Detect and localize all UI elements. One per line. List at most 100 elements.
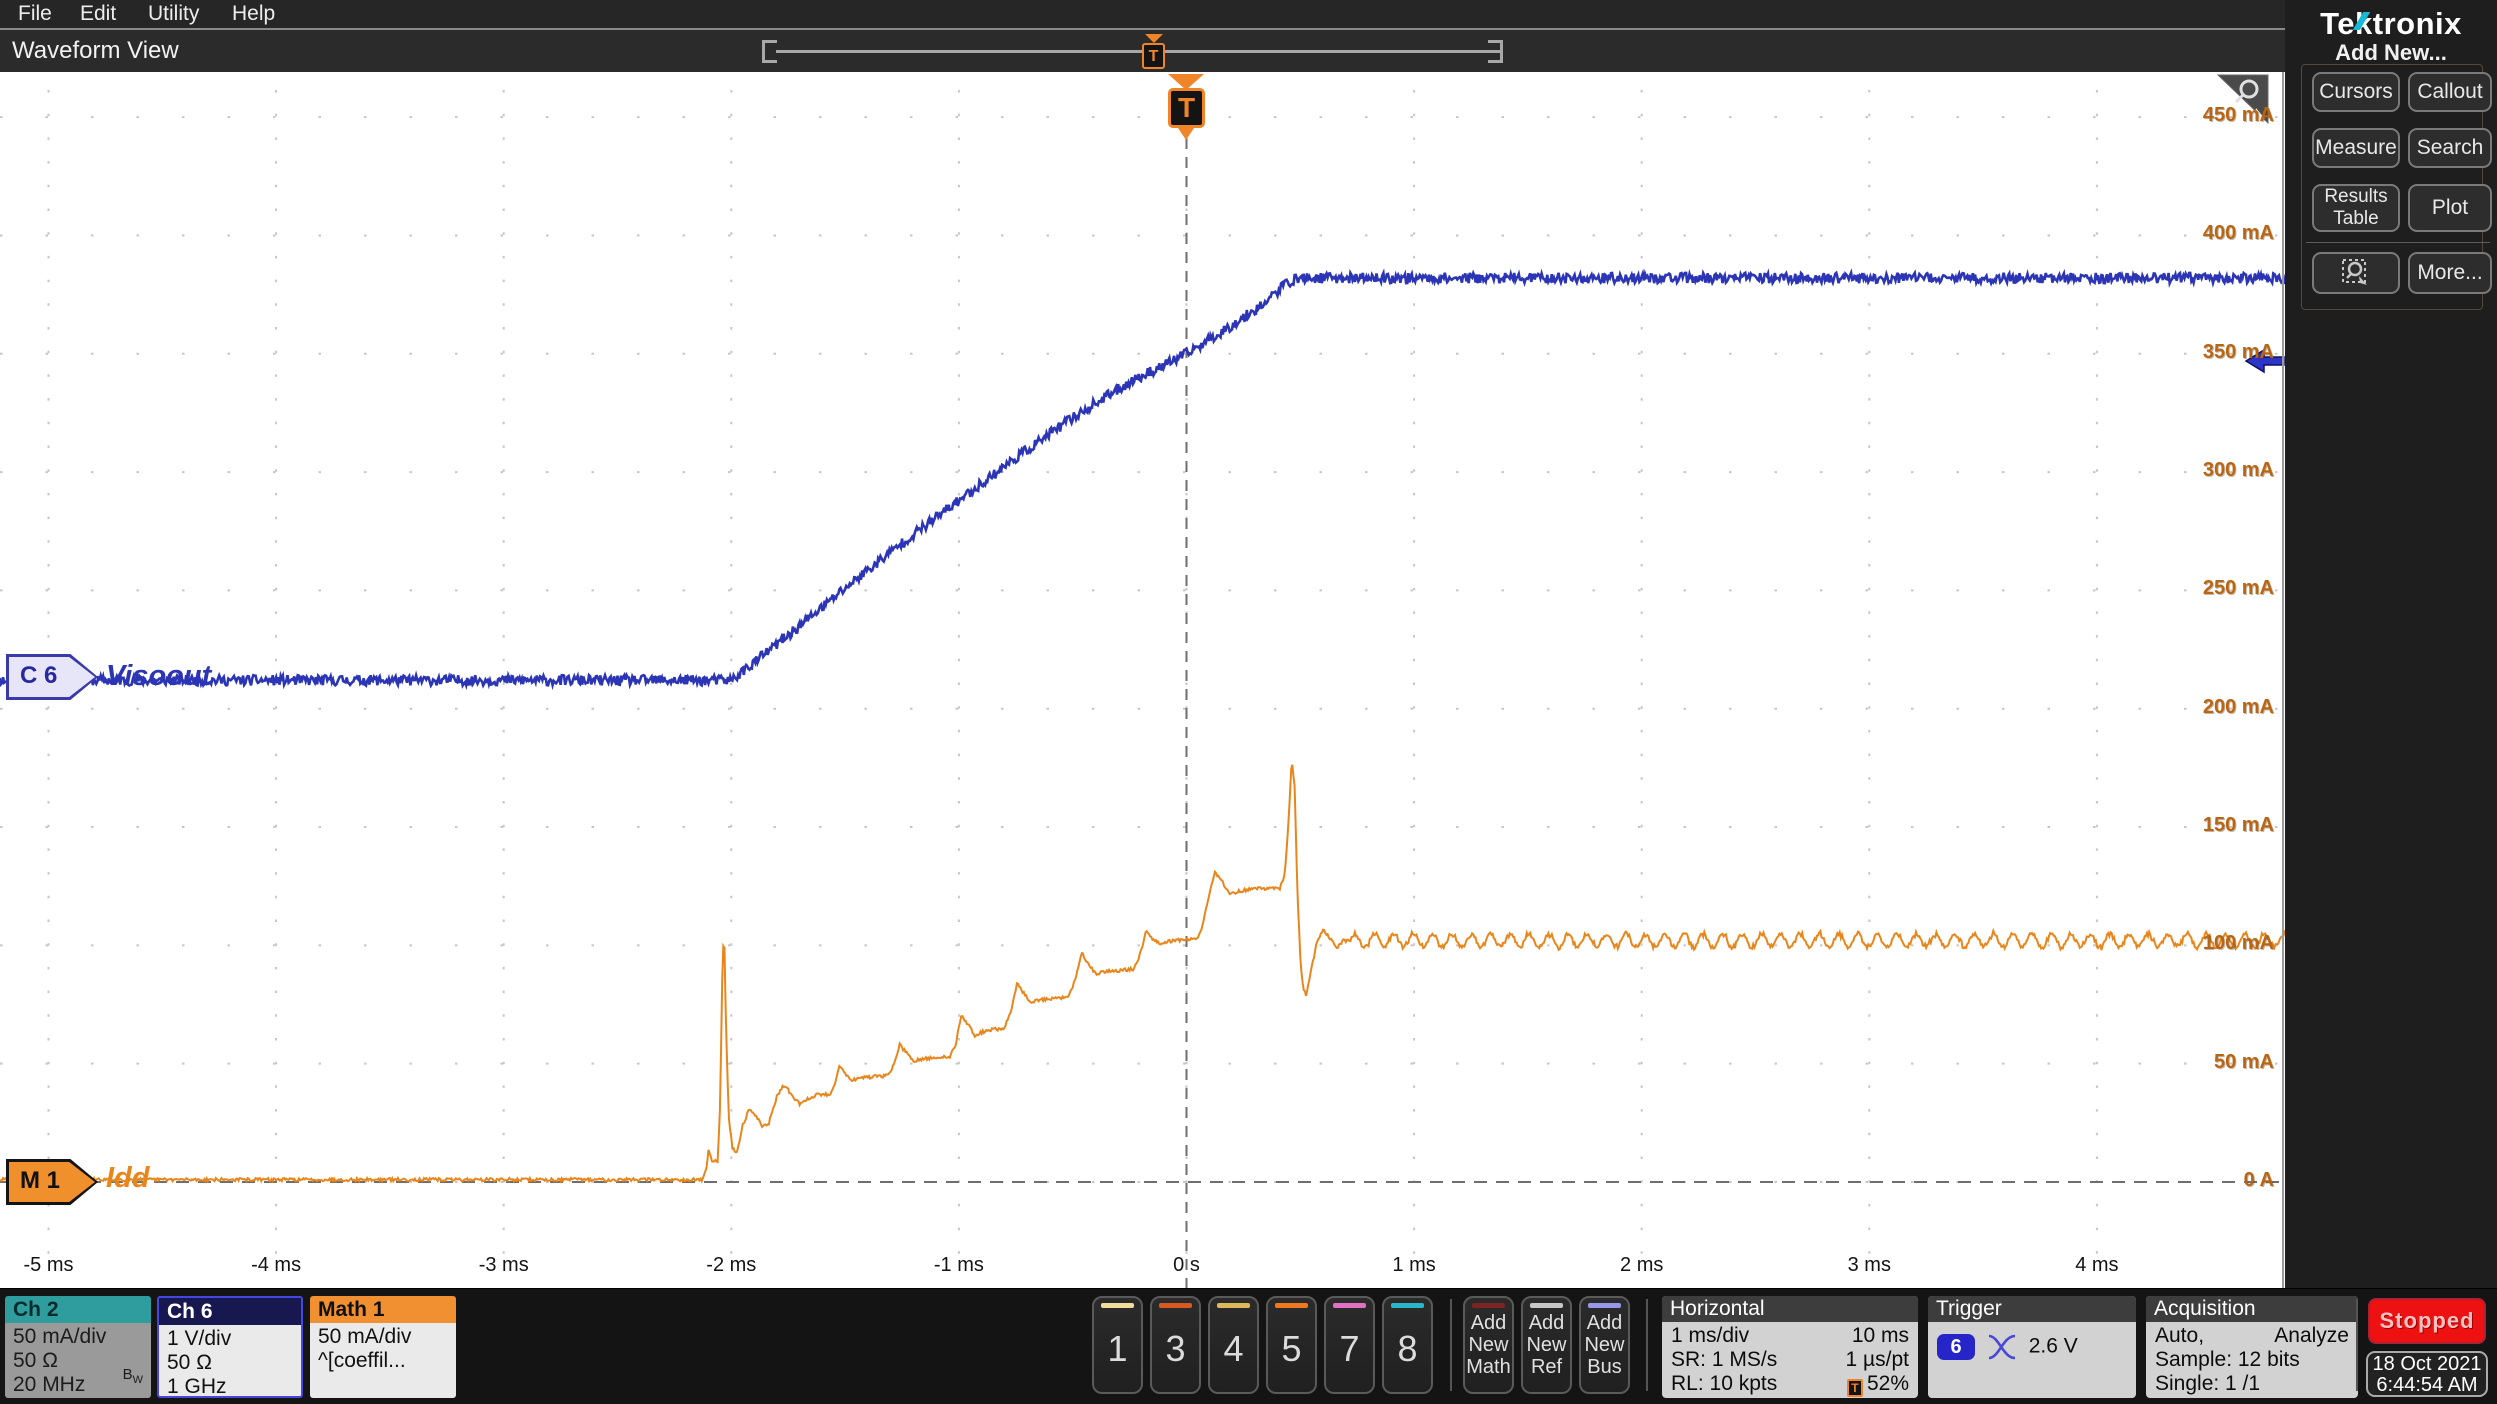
acquisition-mode: Auto,	[2155, 1324, 2205, 1347]
trace-idd[interactable]	[0, 764, 2285, 1184]
y-axis-label: 50 mA	[2213, 1050, 2274, 1073]
channel-button-1[interactable]: 1	[1092, 1296, 1143, 1394]
ch6-badge[interactable]: Ch 6 1 V/div 50 Ω 1 GHz	[157, 1296, 303, 1398]
y-axis-label: 450 mA	[2202, 104, 2274, 127]
y-axis-label: 350 mA	[2202, 340, 2274, 363]
ch6-title: Ch 6	[159, 1298, 301, 1325]
horizontal-samplerate: SR: 1 MS/s	[1671, 1348, 1778, 1371]
math1-title: Math 1	[310, 1296, 456, 1323]
trace-visoout[interactable]	[0, 268, 2285, 691]
horizontal-scale: 1 ms/div	[1671, 1324, 1750, 1347]
zoom-mode-button[interactable]	[2312, 252, 2400, 294]
horizontal-window: 10 ms	[1851, 1324, 1909, 1347]
add-new-bus-button[interactable]: Add New Bus	[1579, 1296, 1630, 1394]
trigger-position-marker[interactable]: T	[1168, 74, 1205, 140]
channel-button-8[interactable]: 8	[1382, 1296, 1433, 1394]
add-new-header: Add New...	[2335, 40, 2447, 65]
plot-sidebar-divider	[2282, 72, 2284, 1288]
horizontal-recordlength: RL: 10 kpts	[1671, 1372, 1778, 1395]
minimap-trigger-marker[interactable]: T	[1142, 34, 1166, 69]
acquisition-sample: Sample: 12 bits	[2155, 1348, 2300, 1371]
edge-trigger-icon	[1988, 1334, 2016, 1360]
tektronix-logo: Tektronix	[2320, 6, 2462, 41]
measure-button[interactable]: Measure	[2312, 128, 2400, 168]
x-axis-label: 2 ms	[1620, 1254, 1664, 1276]
ch6-bandwidth: 1 GHz	[167, 1375, 227, 1398]
x-axis-label: -4 ms	[251, 1254, 302, 1276]
y-axis-label: 250 mA	[2202, 577, 2274, 600]
y-axis-label: 150 mA	[2202, 814, 2274, 837]
bar-divider	[1450, 1299, 1452, 1391]
channel-handle-m1[interactable]: M 1	[6, 1159, 98, 1205]
ch2-bw-limit-badge: BW	[122, 1366, 143, 1386]
menu-edit[interactable]: Edit	[80, 2, 116, 26]
more-button[interactable]: More...	[2408, 252, 2492, 294]
sidebar-divider	[2306, 242, 2490, 243]
trigger-source-badge: 6	[1937, 1334, 1975, 1360]
trigger-level: 2.6 V	[2028, 1334, 2078, 1358]
horizontal-title: Horizontal	[1662, 1296, 1918, 1322]
channel-button-5[interactable]: 5	[1266, 1296, 1317, 1394]
c6-badge-label: C 6	[20, 662, 58, 689]
trace-label-idd: Idd	[106, 1162, 150, 1194]
ch2-scale: 50 mA/div	[13, 1325, 107, 1348]
ch2-badge[interactable]: Ch 2 50 mA/div 50 Ω 20 MHz BW	[5, 1296, 151, 1398]
menu-utility[interactable]: Utility	[148, 2, 199, 26]
datetime-display: 18 Oct 2021 6:44:54 AM	[2366, 1351, 2488, 1397]
channel-button-4[interactable]: 4	[1208, 1296, 1259, 1394]
menu-help[interactable]: Help	[232, 2, 275, 26]
trigger-arrow-icon	[1145, 34, 1163, 43]
trigger-t-icon: T	[1142, 43, 1165, 69]
x-axis-label: -2 ms	[706, 1254, 757, 1276]
y-axis-label: 200 mA	[2202, 695, 2274, 718]
time-text: 6:44:54 AM	[2376, 1374, 2478, 1396]
trigger-panel[interactable]: Trigger 6 2.6 V	[1928, 1296, 2136, 1398]
acquisition-title: Acquisition	[2146, 1296, 2358, 1322]
waveform-canvas	[0, 90, 2285, 1288]
callout-button[interactable]: Callout	[2408, 72, 2492, 112]
y-axis-label: 0 A	[2243, 1169, 2274, 1191]
trigger-pointer-icon	[1178, 128, 1194, 140]
menu-file[interactable]: File	[18, 2, 52, 26]
math1-expression: ^[coeffil...	[318, 1349, 406, 1372]
tekscope-app: File Edit Utility Help Waveform View T C…	[0, 0, 2497, 1404]
y-axis-label: 400 mA	[2202, 222, 2274, 245]
minimap-left-bracket[interactable]	[762, 40, 777, 63]
run-stop-button[interactable]: Stopped	[2368, 1298, 2486, 1344]
channel-button-7[interactable]: 7	[1324, 1296, 1375, 1394]
menu-bar: File Edit Utility Help	[0, 0, 2285, 30]
search-button[interactable]: Search	[2408, 128, 2492, 168]
zoom-select-icon	[2342, 259, 2367, 285]
view-tab-row: Waveform View T	[0, 30, 2285, 72]
cursors-button[interactable]: Cursors	[2312, 72, 2400, 112]
ch2-title: Ch 2	[5, 1296, 151, 1323]
minimap-right-bracket[interactable]	[1488, 40, 1503, 63]
settings-bar: Ch 2 50 mA/div 50 Ω 20 MHz BW Ch 6 1 V/d…	[0, 1288, 2497, 1404]
bar-divider	[2356, 1299, 2358, 1391]
channel-button-3[interactable]: 3	[1150, 1296, 1201, 1394]
math1-badge[interactable]: Math 1 50 mA/div ^[coeffil...	[310, 1296, 456, 1398]
trigger-t-icon: T	[1168, 88, 1205, 128]
trigger-t-mini-icon: T	[1846, 1379, 1863, 1397]
minimap-track[interactable]	[776, 50, 1502, 53]
waveform-graticule[interactable]: C 6 Visoout M 1 Idd T 450 mA 400 mA 350 mA…	[0, 72, 2285, 1288]
plot-button[interactable]: Plot	[2408, 184, 2492, 232]
acquisition-analyze: Analyze	[2274, 1324, 2349, 1347]
channel-handle-c6[interactable]: C 6	[6, 654, 98, 700]
acquisition-panel[interactable]: Acquisition Auto, Analyze Sample: 12 bits…	[2146, 1296, 2358, 1398]
trace-label-visoout: Visoout	[106, 660, 212, 692]
add-new-math-button[interactable]: Add New Math	[1463, 1296, 1514, 1394]
horizontal-panel[interactable]: Horizontal 1 ms/div 10 ms SR: 1 MS/s 1 µs/…	[1662, 1296, 1918, 1398]
results-table-button[interactable]: Results Table	[2312, 184, 2400, 232]
horizontal-position: 52%	[1866, 1372, 1909, 1395]
x-axis-label: -5 ms	[23, 1254, 74, 1276]
x-axis-label: 4 ms	[2075, 1254, 2119, 1276]
math1-scale: 50 mA/div	[318, 1325, 412, 1348]
add-new-ref-button[interactable]: Add New Ref	[1521, 1296, 1572, 1394]
date-text: 18 Oct 2021	[2372, 1353, 2482, 1375]
x-axis-label: -1 ms	[933, 1254, 984, 1276]
x-axis-label: 3 ms	[1847, 1254, 1891, 1276]
acquisition-single: Single: 1 /1	[2155, 1372, 2261, 1395]
y-axis-label: 100 mA	[2202, 932, 2274, 955]
ch6-impedance: 50 Ω	[167, 1351, 212, 1374]
